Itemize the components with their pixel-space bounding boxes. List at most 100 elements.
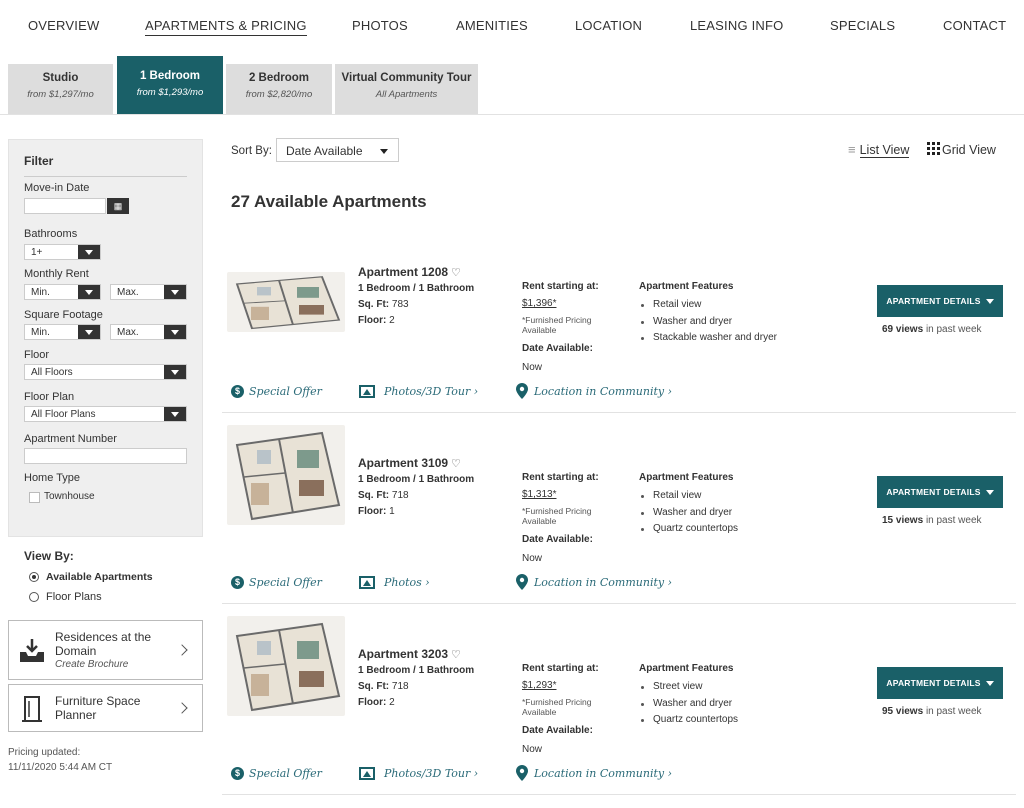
sort-label: Sort By: xyxy=(231,145,272,157)
heart-icon[interactable]: ♡ xyxy=(451,267,461,279)
rent-price[interactable]: $1,313* xyxy=(522,489,612,500)
rent-block: Rent starting at: $1,396* *Furnished Prici… xyxy=(522,281,612,373)
tab-label: Virtual Community Tour xyxy=(341,72,472,84)
views-suffix: in past week xyxy=(925,706,982,717)
heart-icon[interactable]: ♡ xyxy=(451,649,461,661)
views-suffix: in past week xyxy=(925,324,982,335)
floor-select[interactable]: All Floors xyxy=(24,364,187,380)
tab-studio[interactable]: Studio from $1,297/mo xyxy=(8,64,113,114)
grid-view-link[interactable]: Grid View xyxy=(927,142,996,157)
furniture-planner-card[interactable]: Furniture Space Planner xyxy=(8,684,203,732)
tab-label: 2 Bedroom xyxy=(248,72,310,84)
dollar-icon: $ xyxy=(231,385,244,398)
sqft-label: Sq. Ft: xyxy=(358,299,390,310)
nav-specials[interactable]: SPECIALS xyxy=(830,18,895,33)
nav-location[interactable]: LOCATION xyxy=(575,18,642,33)
tab-label: 1 Bedroom xyxy=(139,70,201,82)
apartment-details-button[interactable]: APARTMENT DETAILS xyxy=(877,476,1003,508)
floor-value: 1 xyxy=(389,506,395,517)
special-offer-link[interactable]: Special Offer xyxy=(249,385,322,398)
sqft-value: 718 xyxy=(391,681,409,692)
apartment-name-text: Apartment 1208 xyxy=(358,265,449,279)
photo-icon xyxy=(359,576,375,589)
heart-icon[interactable]: ♡ xyxy=(451,458,461,470)
rent-block: Rent starting at: $1,293* *Furnished Prici… xyxy=(522,663,612,755)
feature-item: Washer and dryer xyxy=(639,696,738,713)
pricing-updated-value: 11/11/2020 5:44 AM CT xyxy=(8,762,113,773)
sqft-min-select[interactable]: Min. xyxy=(24,324,101,340)
radio-floor-plans[interactable] xyxy=(29,592,39,602)
views-suffix: in past week xyxy=(925,515,982,526)
photos-link[interactable]: Photos/3D Tour › xyxy=(384,767,478,780)
view-by: View By: Available Apartments Floor Plan… xyxy=(24,549,153,603)
map-pin-icon xyxy=(516,574,528,590)
apartment-name[interactable]: Apartment 1208 ♡ xyxy=(358,265,461,279)
townhouse-checkbox[interactable] xyxy=(29,492,40,503)
tab-1-bedroom[interactable]: 1 Bedroom from $1,293/mo xyxy=(117,56,223,114)
apartment-details-button[interactable]: APARTMENT DETAILS xyxy=(877,667,1003,699)
photos-link[interactable]: Photos/3D Tour › xyxy=(384,385,478,398)
sqft-max-select[interactable]: Max. xyxy=(110,324,187,340)
sqft-label: Square Footage xyxy=(24,309,103,321)
floor-plan-image[interactable] xyxy=(227,616,345,716)
floorplan-select[interactable]: All Floor Plans xyxy=(24,406,187,422)
nav-overview[interactable]: OVERVIEW xyxy=(28,18,99,33)
floor-plan-image[interactable] xyxy=(227,425,345,525)
special-offer-link[interactable]: Special Offer xyxy=(249,576,322,589)
floor-plan-image[interactable] xyxy=(227,272,345,332)
list-view-link[interactable]: ≡ List View xyxy=(848,142,910,158)
sort-select[interactable]: Date Available xyxy=(276,138,399,162)
photos-link[interactable]: Photos › xyxy=(384,576,430,589)
apartment-details-button[interactable]: APARTMENT DETAILS xyxy=(877,285,1003,317)
apartment-name-text: Apartment 3109 xyxy=(358,456,449,470)
special-offer-link[interactable]: Special Offer xyxy=(249,767,322,780)
nav-apartments-pricing[interactable]: APARTMENTS & PRICING xyxy=(145,18,307,36)
filter-panel: Filter Move-in Date ▦ Bathrooms 1+ Month… xyxy=(8,139,203,537)
rent-price[interactable]: $1,293* xyxy=(522,680,612,691)
pricing-updated: Pricing updated: 11/11/2020 5:44 AM CT xyxy=(8,745,112,775)
chevron-down-icon xyxy=(78,285,100,299)
list-icon: ≡ xyxy=(848,142,856,157)
nav-amenities[interactable]: AMENITIES xyxy=(456,18,528,33)
features-list: Retail view Washer and dryer Quartz counte… xyxy=(639,488,738,538)
apartment-name[interactable]: Apartment 3109 ♡ xyxy=(358,456,461,470)
floor-line: Floor: 2 xyxy=(358,313,474,329)
apartment-name[interactable]: Apartment 3203 ♡ xyxy=(358,647,461,661)
bathrooms-select[interactable]: 1+ xyxy=(24,244,101,260)
floorplan-label: Floor Plan xyxy=(24,391,75,403)
map-pin-icon xyxy=(516,383,528,399)
filter-title: Filter xyxy=(24,154,187,177)
brochure-card[interactable]: Residences at the Domain Create Brochure xyxy=(8,620,203,680)
details-label: APARTMENT DETAILS xyxy=(886,296,981,306)
location-link[interactable]: Location in Community › xyxy=(534,385,672,398)
rent-min-select[interactable]: Min. xyxy=(24,284,101,300)
floor-plan-illustration xyxy=(235,622,341,712)
view-by-title: View By: xyxy=(24,549,74,563)
nav-photos[interactable]: PHOTOS xyxy=(352,18,408,33)
move-in-date-input[interactable] xyxy=(24,198,106,214)
nav-contact[interactable]: CONTACT xyxy=(943,18,1006,33)
sqft-line: Sq. Ft: 718 xyxy=(358,488,474,504)
location-link[interactable]: Location in Community › xyxy=(534,576,672,589)
rent-price[interactable]: $1,396* xyxy=(522,298,612,309)
sqft-line: Sq. Ft: 718 xyxy=(358,679,474,695)
furnished-note: *Furnished Pricing Available xyxy=(522,506,592,526)
radio-available-apartments[interactable] xyxy=(29,572,39,582)
chevron-down-icon xyxy=(164,325,186,339)
apartment-row: Apartment 3109 ♡ 1 Bedroom / 1 Bathroom Sq.… xyxy=(222,413,1016,604)
caret-down-icon xyxy=(985,299,994,305)
floor-label: Floor: xyxy=(358,697,387,708)
apartment-number-input[interactable] xyxy=(24,448,187,464)
tab-2-bedroom[interactable]: 2 Bedroom from $2,820/mo xyxy=(226,64,332,114)
location-link[interactable]: Location in Community › xyxy=(534,767,672,780)
tab-virtual-tour[interactable]: Virtual Community Tour All Apartments xyxy=(335,64,478,114)
calendar-icon[interactable]: ▦ xyxy=(107,198,129,214)
chevron-down-icon xyxy=(78,245,100,259)
apartment-name-text: Apartment 3203 xyxy=(358,647,449,661)
rent-max-select[interactable]: Max. xyxy=(110,284,187,300)
nav-leasing-info[interactable]: LEASING INFO xyxy=(690,18,783,33)
floor-line: Floor: 1 xyxy=(358,504,474,520)
views-value: 69 views xyxy=(882,324,924,335)
brochure-title: Residences at the Domain xyxy=(55,630,152,658)
furnished-note: *Furnished Pricing Available xyxy=(522,315,592,335)
